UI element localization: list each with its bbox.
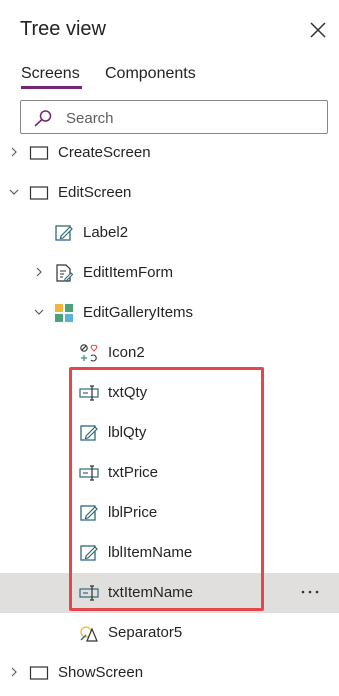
tree-item-label: EditItemForm xyxy=(83,264,174,281)
tree-item-lblprice[interactable]: lblPrice xyxy=(0,493,339,533)
tree-item-label: txtItemName xyxy=(108,584,194,601)
search-input[interactable]: Search xyxy=(66,110,114,127)
tree-item-createscreen[interactable]: CreateScreen xyxy=(0,133,339,173)
tree-item-label: Label2 xyxy=(83,224,129,241)
chevron-right-icon[interactable] xyxy=(32,265,46,279)
shape-icon xyxy=(80,626,98,642)
more-options-icon[interactable] xyxy=(298,582,322,602)
search-icon xyxy=(34,110,52,127)
tree-item-label: EditScreen xyxy=(58,184,132,201)
close-icon[interactable] xyxy=(304,16,332,44)
chevron-down-icon[interactable] xyxy=(32,305,46,319)
tree-item-label: lblPrice xyxy=(108,504,158,521)
tree-item-txtprice[interactable]: txtPrice xyxy=(0,453,339,493)
form-icon xyxy=(56,264,74,282)
active-tab-indicator xyxy=(21,86,82,89)
tree-item-label: Icon2 xyxy=(108,344,145,361)
tree-item-showscreen[interactable]: ShowScreen xyxy=(0,653,339,693)
text-input-icon xyxy=(79,585,99,601)
icon-control-icon xyxy=(80,344,98,362)
tree-item-label: txtPrice xyxy=(108,464,159,481)
screen-icon xyxy=(29,146,49,160)
chevron-down-icon[interactable] xyxy=(7,185,21,199)
text-input-icon xyxy=(79,385,99,401)
tree-item-separator5[interactable]: Separator5 xyxy=(0,613,339,653)
tree-item-lblitemname[interactable]: lblItemName xyxy=(0,533,339,573)
text-input-icon xyxy=(79,465,99,481)
chevron-right-icon[interactable] xyxy=(7,665,21,679)
search-box[interactable]: Search xyxy=(20,100,328,134)
tree-item-label: ShowScreen xyxy=(58,664,144,681)
tree-item-label: EditGalleryItems xyxy=(83,304,194,321)
label-icon xyxy=(80,505,98,521)
tree-item-lblqty[interactable]: lblQty xyxy=(0,413,339,453)
label-icon xyxy=(55,225,73,241)
label-icon xyxy=(80,545,98,561)
tab-screens[interactable]: Screens xyxy=(21,65,80,83)
tab-components[interactable]: Components xyxy=(105,65,196,83)
tree-item-label: CreateScreen xyxy=(58,144,151,161)
tree-item-editgalleryitems[interactable]: EditGalleryItems xyxy=(0,293,339,333)
screen-icon xyxy=(29,666,49,680)
screen-icon xyxy=(29,186,49,200)
tree-item-edititemform[interactable]: EditItemForm xyxy=(0,253,339,293)
chevron-right-icon[interactable] xyxy=(7,145,21,159)
tree-item-label: lblQty xyxy=(108,424,147,441)
tree-item-editscreen[interactable]: EditScreen xyxy=(0,173,339,213)
tree-item-txtqty[interactable]: txtQty xyxy=(0,373,339,413)
gallery-icon xyxy=(55,304,73,322)
tree-item-label: Separator5 xyxy=(108,624,183,641)
tree-item-label: lblItemName xyxy=(108,544,193,561)
panel-title: Tree view xyxy=(20,18,106,40)
tree-item-txtitemname[interactable]: txtItemName xyxy=(0,573,339,613)
tree-item-label: txtQty xyxy=(108,384,148,401)
label-icon xyxy=(80,425,98,441)
tree-item-label2[interactable]: Label2 xyxy=(0,213,339,253)
tree-item-icon2[interactable]: Icon2 xyxy=(0,333,339,373)
